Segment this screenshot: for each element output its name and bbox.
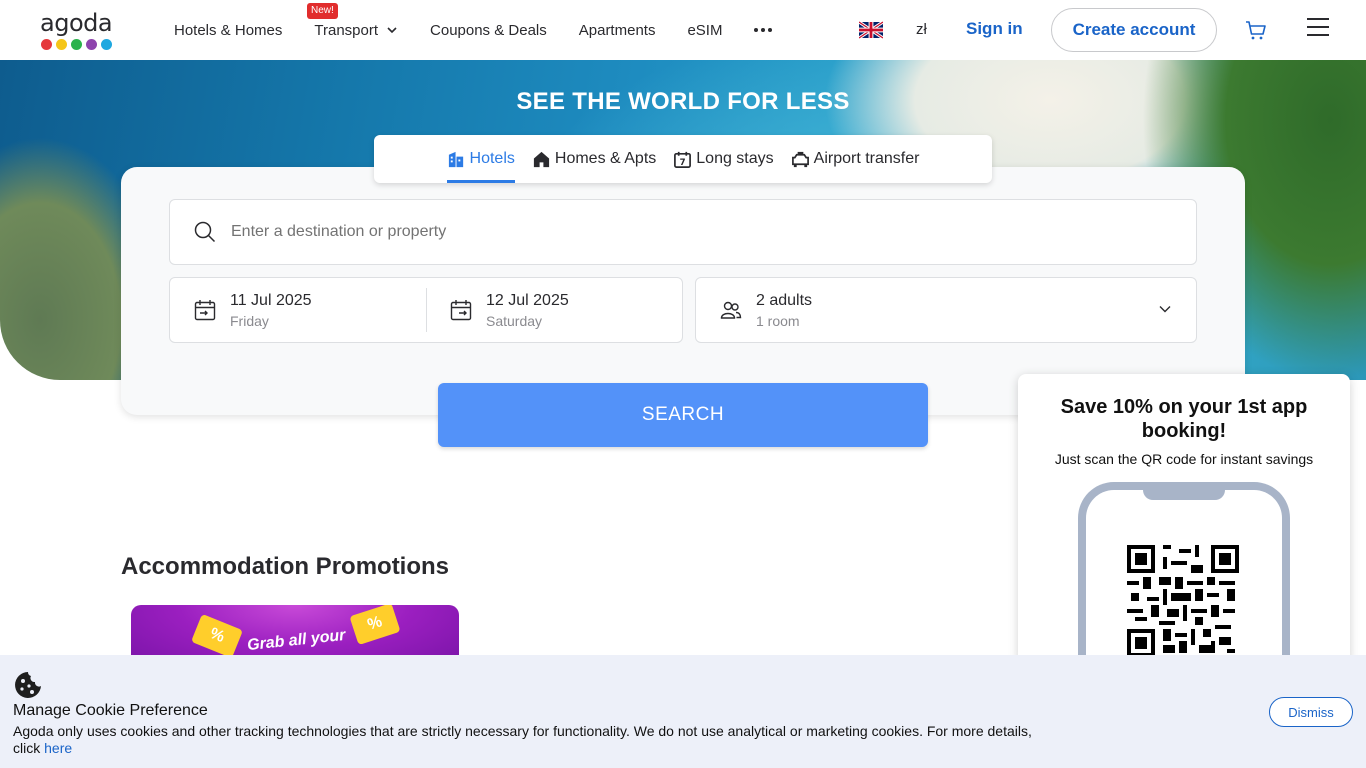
hero-title: SEE THE WORLD FOR LESS bbox=[516, 88, 850, 115]
date-range-picker: 11 Jul 2025 Friday 12 Jul 2025 Saturday bbox=[169, 277, 683, 343]
sign-in-link[interactable]: Sign in bbox=[966, 19, 1023, 39]
home-icon bbox=[533, 151, 549, 167]
promotions-title: Accommodation Promotions bbox=[121, 553, 450, 580]
tab-hotels-label: Hotels bbox=[469, 150, 515, 167]
phone-notch bbox=[1143, 482, 1225, 500]
nav-esim[interactable]: eSIM bbox=[671, 0, 738, 60]
calendar-seven-icon: 7 bbox=[674, 151, 692, 168]
checkin-calendar-icon bbox=[194, 300, 216, 321]
cookie-description: Agoda only uses cookies and other tracki… bbox=[13, 723, 1032, 756]
nav-hotels-homes[interactable]: Hotels & Homes bbox=[158, 0, 298, 60]
destination-input[interactable]: Enter a destination or property bbox=[169, 199, 1197, 265]
checkin-date[interactable]: 11 Jul 2025 Friday bbox=[170, 278, 426, 342]
logo-dot bbox=[41, 39, 52, 50]
app-download-box: Save 10% on your 1st app booking! Just s… bbox=[1018, 374, 1350, 682]
top-header: agoda Hotels & Homes Transport Coupons &… bbox=[0, 0, 1366, 60]
hamburger-menu-icon[interactable] bbox=[1307, 18, 1329, 38]
guests-rooms: 1 room bbox=[756, 312, 800, 329]
checkin-day: Friday bbox=[230, 312, 269, 329]
checkin-text: 11 Jul 2025 Friday bbox=[230, 292, 312, 329]
tab-hotels[interactable]: Hotels bbox=[446, 135, 516, 183]
cart-icon[interactable] bbox=[1244, 18, 1268, 42]
guests-text: 2 adults 1 room bbox=[756, 292, 812, 329]
dismiss-button[interactable]: Dismiss bbox=[1269, 697, 1353, 727]
coupon-ticket-icon: % bbox=[349, 605, 401, 646]
checkout-date[interactable]: 12 Jul 2025 Saturday bbox=[426, 278, 682, 342]
search-button[interactable]: SEARCH bbox=[438, 383, 928, 447]
checkin-date-value: 11 Jul 2025 bbox=[230, 291, 312, 309]
agoda-logo[interactable]: agoda bbox=[40, 9, 120, 50]
coupon-ticket-icon: % bbox=[190, 613, 244, 659]
logo-wordmark: agoda bbox=[40, 9, 113, 37]
tab-airport-transfer[interactable]: Airport transfer bbox=[791, 135, 920, 183]
logo-dot bbox=[101, 39, 112, 50]
uk-flag-icon[interactable] bbox=[859, 21, 883, 39]
logo-dots bbox=[41, 39, 120, 50]
guests-selector[interactable]: 2 adults 1 room bbox=[695, 277, 1197, 343]
checkout-date-value: 12 Jul 2025 bbox=[486, 291, 569, 309]
logo-dot bbox=[71, 39, 82, 50]
guests-adults: 2 adults bbox=[756, 291, 813, 309]
chevron-down-icon bbox=[1159, 306, 1171, 313]
checkout-day: Saturday bbox=[486, 312, 543, 329]
tab-homes-apts-label: Homes & Apts bbox=[554, 150, 657, 167]
guests-icon bbox=[720, 301, 742, 319]
taxi-icon bbox=[791, 151, 809, 167]
tab-airport-transfer-label: Airport transfer bbox=[813, 150, 920, 167]
promotion-card-text: Grab all your bbox=[246, 626, 347, 655]
app-promo-subtitle: Just scan the QR code for instant saving… bbox=[1054, 451, 1314, 467]
logo-dot bbox=[86, 39, 97, 50]
cookie-text: Agoda only uses cookies and other tracki… bbox=[13, 723, 1053, 757]
chevron-down-icon bbox=[387, 27, 397, 34]
cookie-icon bbox=[15, 672, 41, 698]
more-dots-icon[interactable] bbox=[738, 0, 788, 60]
create-account-button[interactable]: Create account bbox=[1051, 8, 1217, 52]
destination-placeholder: Enter a destination or property bbox=[231, 223, 447, 240]
nav-coupons-deals[interactable]: Coupons & Deals bbox=[414, 0, 563, 60]
phone-frame bbox=[1078, 482, 1290, 682]
qr-code[interactable] bbox=[1127, 545, 1239, 657]
nav-apartments[interactable]: Apartments bbox=[563, 0, 672, 60]
checkout-text: 12 Jul 2025 Saturday bbox=[486, 292, 569, 329]
checkout-calendar-icon bbox=[450, 300, 472, 321]
main-nav: Hotels & Homes Transport Coupons & Deals… bbox=[158, 0, 788, 60]
tab-long-stays-label: Long stays bbox=[696, 150, 774, 167]
currency-selector[interactable]: zł bbox=[916, 21, 927, 38]
tab-long-stays[interactable]: 7 Long stays bbox=[673, 135, 774, 183]
tab-homes-apts[interactable]: Homes & Apts bbox=[532, 135, 656, 183]
nav-transport-label: Transport bbox=[314, 21, 379, 39]
logo-dot bbox=[56, 39, 67, 50]
cookie-title: Manage Cookie Preference bbox=[13, 702, 208, 719]
search-icon bbox=[194, 221, 216, 243]
cookie-banner: Manage Cookie Preference Agoda only uses… bbox=[0, 655, 1366, 768]
svg-text:7: 7 bbox=[680, 158, 686, 168]
app-promo-title: Save 10% on your 1st app booking! bbox=[1060, 396, 1308, 442]
search-tabs: Hotels Homes & Apts 7 Long stays Airport… bbox=[374, 135, 992, 183]
new-badge: New! bbox=[307, 3, 338, 19]
hotel-icon bbox=[448, 151, 463, 167]
cookie-details-link[interactable]: here bbox=[44, 740, 72, 756]
